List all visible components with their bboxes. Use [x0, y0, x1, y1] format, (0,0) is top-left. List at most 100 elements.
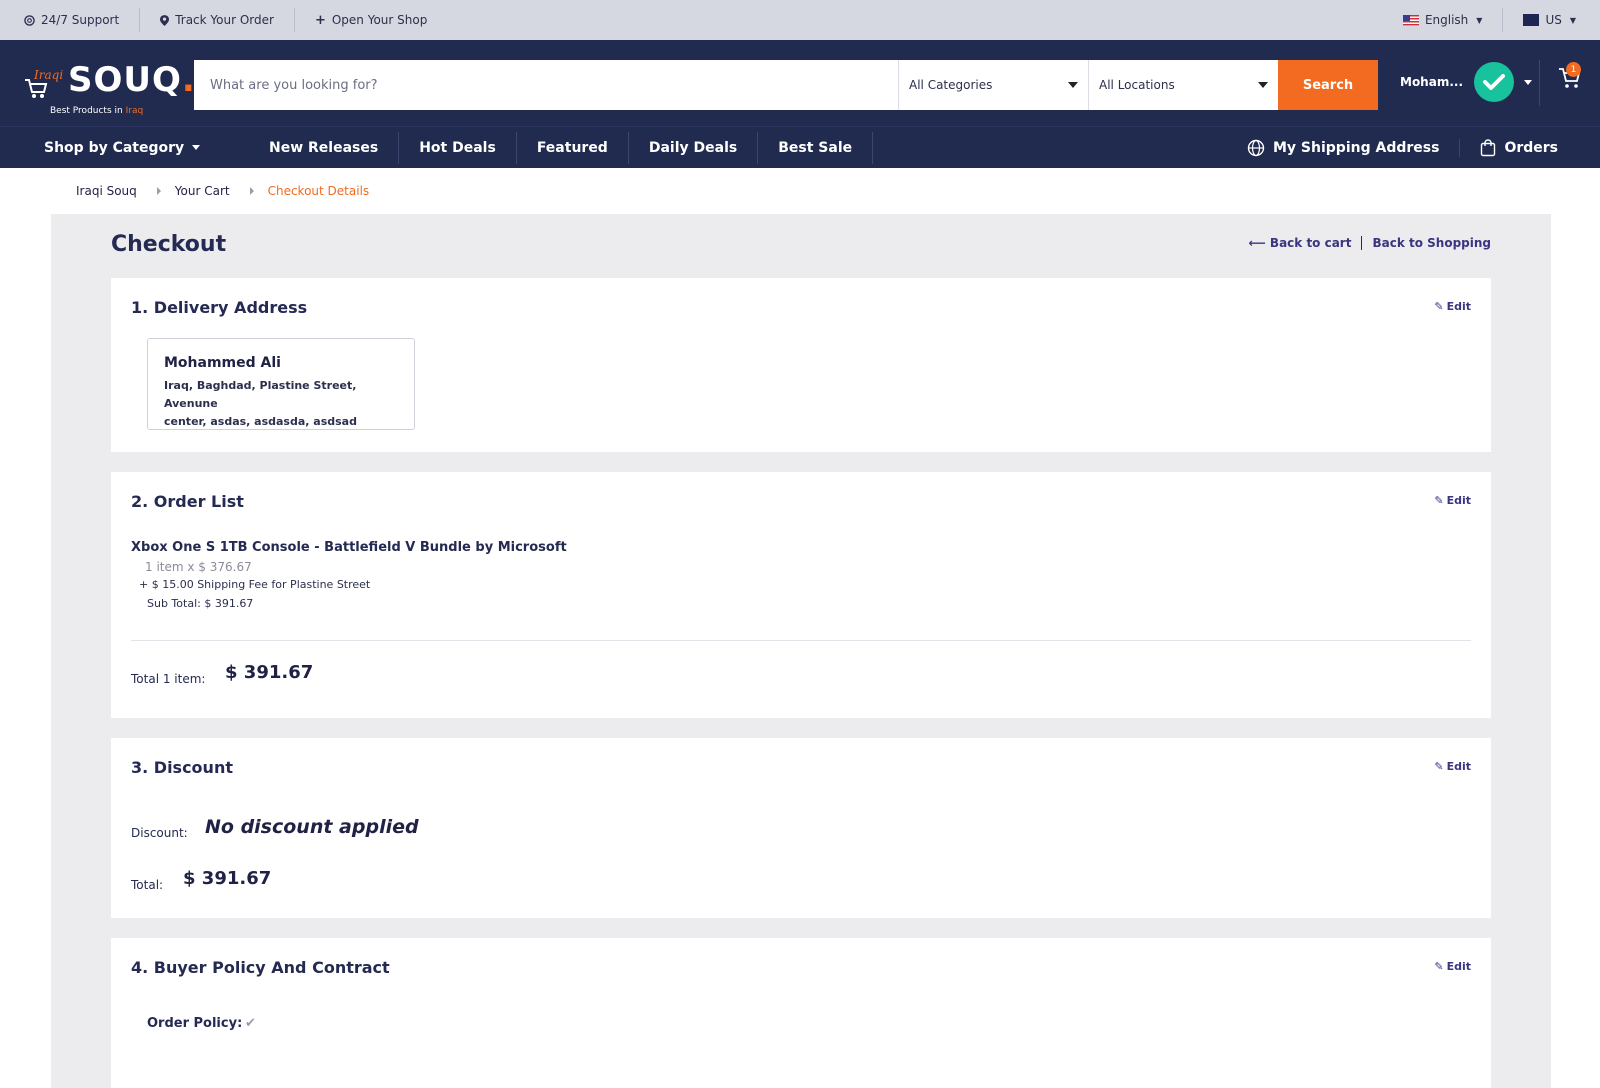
product-name[interactable]: Xbox One S 1TB Console - Battlefield V B…	[131, 540, 567, 555]
plus-icon: +	[314, 12, 326, 28]
shop-by-category-button[interactable]: Shop by Category	[44, 140, 201, 156]
support-label: 24/7 Support	[41, 13, 120, 27]
delivery-address-card: 1. Delivery Address ✎ Edit Mohammed Ali …	[111, 278, 1491, 452]
divider	[131, 640, 1471, 641]
location-dropdown[interactable]: All Locations	[1088, 60, 1278, 110]
site-logo[interactable]: Iraqi SOUQ. Best Products in Iraq	[20, 48, 195, 118]
nav-link-hot-deals[interactable]: Hot Deals	[399, 131, 517, 164]
address-name: Mohammed Ali	[164, 355, 281, 371]
breadcrumb-separator-icon	[249, 187, 254, 195]
edit-label: Edit	[1446, 300, 1471, 313]
address-box[interactable]: Mohammed Ali Iraq, Baghdad, Plastine Str…	[147, 338, 415, 430]
language-label: English	[1424, 13, 1469, 27]
nav-link-daily-deals[interactable]: Daily Deals	[629, 131, 759, 164]
nav-link-best-sale[interactable]: Best Sale	[758, 131, 874, 164]
breadcrumb-home[interactable]: Iraqi Souq	[76, 184, 137, 198]
chevron-down-icon	[1068, 82, 1078, 88]
edit-discount-button[interactable]: ✎ Edit	[1434, 760, 1471, 773]
region-selector[interactable]: US ▼	[1503, 8, 1576, 32]
open-shop-label: Open Your Shop	[331, 13, 428, 27]
edit-label: Edit	[1446, 494, 1471, 507]
nav-link-featured[interactable]: Featured	[517, 131, 629, 164]
discount-title: 3. Discount	[131, 758, 233, 777]
final-total-value: $ 391.67	[183, 868, 272, 889]
chevron-down-icon	[192, 145, 201, 150]
back-to-cart-link[interactable]: ⟵ Back to cart	[1239, 236, 1363, 250]
chevron-down-icon	[1524, 79, 1532, 85]
breadcrumb: Iraqi Souq Your Cart Checkout Details	[0, 168, 1600, 214]
logo-tagline: Best Products in Iraq	[50, 106, 143, 116]
support-icon	[24, 14, 35, 26]
shipping-fee: + $ 15.00 Shipping Fee for Plastine Stre…	[139, 578, 371, 591]
user-name: Moham...	[1400, 75, 1464, 89]
breadcrumb-cart[interactable]: Your Cart	[175, 184, 230, 198]
category-nav: Shop by Category New Releases Hot Deals …	[0, 126, 1600, 168]
chevron-down-icon	[1258, 82, 1268, 88]
order-list-card: 2. Order List ✎ Edit Xbox One S 1TB Cons…	[111, 472, 1491, 718]
location-dropdown-label: All Locations	[1099, 78, 1175, 92]
logo-souq-text: SOUQ.	[68, 60, 196, 100]
tagline-text: Best Products in	[50, 106, 123, 116]
avatar	[1474, 62, 1514, 102]
order-policy-checkbox[interactable]: ✔	[245, 1016, 256, 1031]
discount-label: Discount:	[131, 826, 188, 840]
region-flag-icon	[1523, 14, 1540, 26]
back-to-shopping-link[interactable]: Back to Shopping	[1362, 236, 1491, 250]
edit-delivery-button[interactable]: ✎ Edit	[1434, 300, 1471, 313]
orders-link[interactable]: Orders	[1460, 138, 1558, 157]
us-flag-icon	[1402, 14, 1419, 26]
location-pin-icon	[160, 14, 170, 26]
nav-link-new-releases[interactable]: New Releases	[249, 131, 400, 164]
cart-count-badge: 1	[1566, 62, 1581, 77]
edit-order-button[interactable]: ✎ Edit	[1434, 494, 1471, 507]
breadcrumb-separator-icon	[156, 187, 161, 195]
search-input[interactable]	[194, 60, 898, 110]
order-policy-label: Order Policy:	[147, 1016, 243, 1031]
chevron-down-icon: ▼	[1476, 15, 1483, 25]
track-order-label: Track Your Order	[175, 13, 274, 27]
header-divider	[1539, 60, 1540, 106]
shipping-address-label: My Shipping Address	[1273, 139, 1440, 156]
top-utility-bar: 24/7 Support Track Your Order + Open You…	[0, 0, 1600, 40]
checkout-panel: Checkout ⟵ Back to cart Back to Shopping…	[51, 214, 1551, 1088]
orders-label: Orders	[1504, 139, 1558, 156]
logo-cart-icon	[24, 78, 48, 106]
buyer-policy-card: 4. Buyer Policy And Contract ✎ Edit Orde…	[111, 938, 1491, 1088]
nav-right: My Shipping Address Orders	[1227, 132, 1558, 164]
category-dropdown[interactable]: All Categories	[898, 60, 1088, 110]
open-shop-link[interactable]: + Open Your Shop	[295, 8, 447, 32]
edit-policy-button[interactable]: ✎ Edit	[1434, 960, 1471, 973]
pencil-icon: ✎	[1434, 760, 1444, 773]
chevron-down-icon: ▼	[1569, 15, 1576, 25]
discount-value: No discount applied	[205, 816, 419, 838]
page-title: Checkout	[111, 232, 227, 257]
user-menu[interactable]: Moham...	[1400, 62, 1532, 102]
shopping-bag-icon	[1481, 138, 1496, 156]
search-bar: All Categories All Locations Search	[194, 60, 1378, 110]
subtotal: Sub Total: $ 391.67	[147, 597, 254, 610]
buyer-policy-title: 4. Buyer Policy And Contract	[131, 958, 390, 977]
address-line-2: center, asdas, asdasda, asdsad	[164, 415, 357, 428]
search-button[interactable]: Search	[1278, 60, 1378, 110]
language-selector[interactable]: English ▼	[1383, 8, 1504, 32]
back-links: ⟵ Back to cart Back to Shopping	[1239, 236, 1491, 250]
region-label: US	[1545, 13, 1562, 27]
shipping-address-link[interactable]: My Shipping Address	[1227, 138, 1461, 157]
logo-iraqi-text: Iraqi	[34, 68, 64, 82]
main-header: Iraqi SOUQ. Best Products in Iraq All Ca…	[0, 40, 1600, 126]
logo-brand: SOUQ	[68, 60, 182, 100]
product-quantity: 1 item x $ 376.67	[145, 560, 252, 574]
order-total-label: Total 1 item:	[131, 672, 206, 686]
track-order-link[interactable]: Track Your Order	[140, 8, 295, 32]
delivery-address-title: 1. Delivery Address	[131, 298, 308, 317]
final-total-label: Total:	[131, 878, 164, 892]
pencil-icon: ✎	[1434, 494, 1444, 507]
nav-links: New Releases Hot Deals Featured Daily De…	[249, 131, 874, 164]
arrow-left-icon: ⟵	[1248, 236, 1266, 250]
pencil-icon: ✎	[1434, 300, 1444, 313]
breadcrumb-current: Checkout Details	[267, 184, 370, 198]
edit-label: Edit	[1446, 960, 1471, 973]
pencil-icon: ✎	[1434, 960, 1444, 973]
support-link[interactable]: 24/7 Support	[24, 8, 141, 32]
check-icon	[1483, 74, 1505, 90]
